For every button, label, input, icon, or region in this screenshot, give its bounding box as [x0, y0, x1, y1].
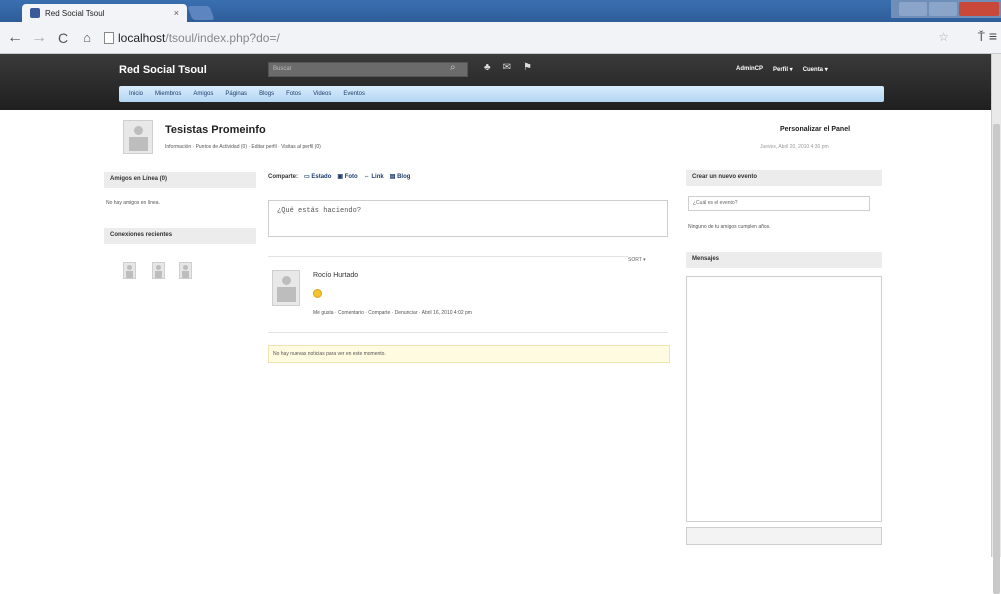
browser-toolbar: ← → C ⌂ localhost /tsoul/index.php?do=/ — [0, 22, 1001, 54]
nav-eventos[interactable]: Eventos — [343, 91, 365, 97]
post-author[interactable]: Rocío Hurtado — [313, 272, 358, 279]
new-tab-button[interactable] — [187, 6, 215, 20]
post-avatar[interactable] — [272, 270, 300, 306]
profile-name[interactable]: Tesistas Promeinfo — [165, 124, 266, 136]
flag-icon[interactable]: ⚑ — [523, 62, 532, 73]
menu-icon[interactable]: ≡ — [989, 28, 997, 44]
nav-inicio[interactable]: Inicio — [129, 91, 143, 97]
nav-miembros[interactable]: Miembros — [155, 91, 181, 97]
online-friends-text: No hay amigos en línea. — [106, 200, 160, 206]
main-nav: Inicio Miembros Amigos Páginas Blogs Fot… — [119, 86, 884, 102]
forward-icon[interactable]: → — [30, 29, 48, 47]
sort-dropdown[interactable]: SORT ▾ — [628, 257, 646, 263]
birthdays-text: Ninguno de tu amigos cumplen años. — [688, 224, 771, 230]
home-icon[interactable]: ⌂ — [78, 30, 96, 45]
maximize-button[interactable] — [929, 2, 957, 16]
share-bar: Comparte: ▭ Estado ▣ Foto ⇔ Link ▤ Blog — [268, 173, 411, 181]
profile-menu[interactable]: Perfil ▾ — [773, 66, 793, 73]
customize-panel-link[interactable]: Personalizar el Panel — [780, 126, 850, 133]
nav-videos[interactable]: Videos — [313, 91, 331, 97]
share-blog[interactable]: ▤ Blog — [390, 173, 411, 180]
messages-box[interactable] — [686, 276, 882, 522]
minimize-button[interactable] — [899, 2, 927, 16]
user-links: AdminCP Perfil ▾ Cuenta ▾ — [736, 66, 828, 73]
tab-strip: Red Social Tsoul × — [0, 0, 1001, 22]
feed-divider — [268, 256, 628, 257]
bookmark-star-icon[interactable]: ☆ — [938, 30, 949, 44]
current-date: Jueves, Abril 20, 2010 4:30 pm — [760, 144, 829, 150]
share-label: Comparte: — [268, 173, 299, 180]
search-icon[interactable]: ⌕ — [450, 62, 456, 73]
vertical-scrollbar[interactable] — [991, 54, 1001, 594]
friends-icon[interactable]: ♣ — [484, 62, 491, 73]
messages-header: Mensajes — [686, 252, 882, 268]
profile-links[interactable]: Información · Puntos de Actividad (0) · … — [165, 144, 321, 150]
page-icon — [104, 32, 114, 44]
smiley-icon — [313, 289, 322, 298]
close-tab-icon[interactable]: × — [174, 8, 179, 18]
nav-fotos[interactable]: Fotos — [286, 91, 301, 97]
url-host: localhost — [118, 31, 166, 45]
connection-avatar[interactable] — [123, 262, 136, 279]
profile-avatar[interactable] — [123, 120, 153, 154]
event-input[interactable]: ¿Cuál es el evento? — [688, 196, 870, 211]
post-actions[interactable]: Me gusta · Comentario · Comparte · Denun… — [313, 310, 472, 316]
share-photo[interactable]: ▣ Foto — [337, 173, 357, 180]
create-event-header: Crear un nuevo evento — [686, 170, 882, 186]
mail-icon[interactable]: ✉ — [503, 62, 511, 73]
site-brand[interactable]: Red Social Tsoul — [119, 64, 207, 76]
scroll-thumb[interactable] — [993, 124, 1000, 594]
connection-avatar[interactable] — [152, 262, 165, 279]
browser-tab[interactable]: Red Social Tsoul × — [22, 4, 187, 22]
site-favicon-icon — [30, 8, 40, 18]
online-friends-header: Amigos en Línea (0) — [104, 172, 256, 188]
recent-connections-header: Conexiones recientes — [104, 228, 256, 244]
no-news-notice: No hay nuevas noticias para ver en este … — [268, 345, 670, 363]
feed-divider — [268, 332, 668, 333]
header-icons: ♣ ✉ ⚑ — [484, 62, 532, 73]
nav-amigos[interactable]: Amigos — [193, 91, 213, 97]
account-menu[interactable]: Cuenta ▾ — [803, 66, 828, 73]
connection-avatar[interactable] — [179, 262, 192, 279]
close-window-button[interactable] — [959, 2, 999, 16]
wrench-icon[interactable]: Ť — [978, 30, 985, 44]
nav-blogs[interactable]: Blogs — [259, 91, 274, 97]
nav-paginas[interactable]: Páginas — [225, 91, 247, 97]
message-input[interactable] — [686, 527, 882, 545]
share-status[interactable]: ▭ Estado — [304, 173, 331, 180]
reload-icon[interactable]: C — [54, 30, 72, 46]
address-bar[interactable]: localhost /tsoul/index.php?do=/ — [104, 28, 952, 48]
share-link[interactable]: ⇔ Link — [364, 174, 384, 180]
window-controls — [891, 0, 1001, 18]
site-search-input[interactable]: Buscar — [268, 62, 468, 77]
admincp-link[interactable]: AdminCP — [736, 66, 763, 73]
url-path: /tsoul/index.php?do=/ — [165, 31, 280, 45]
status-input[interactable]: ¿Qué estás haciendo? — [268, 200, 668, 237]
back-icon[interactable]: ← — [6, 29, 24, 47]
tab-title: Red Social Tsoul — [45, 8, 105, 18]
